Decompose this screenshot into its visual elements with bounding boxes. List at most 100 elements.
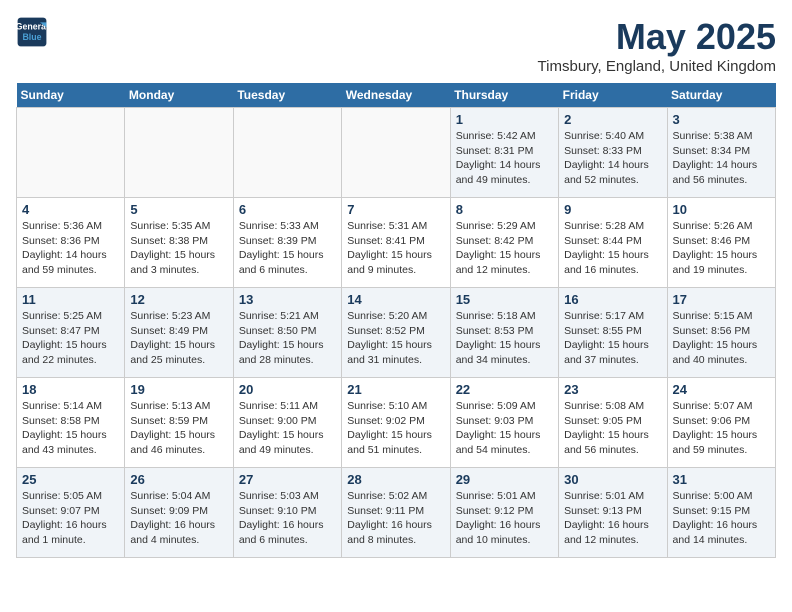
day-info: Sunrise: 5:04 AM Sunset: 9:09 PM Dayligh… [130, 489, 227, 548]
day-info: Sunrise: 5:35 AM Sunset: 8:38 PM Dayligh… [130, 219, 227, 278]
day-number: 1 [456, 112, 553, 127]
day-number: 4 [22, 202, 119, 217]
day-number: 24 [673, 382, 770, 397]
day-info: Sunrise: 5:42 AM Sunset: 8:31 PM Dayligh… [456, 129, 553, 188]
calendar-cell: 9 Sunrise: 5:28 AM Sunset: 8:44 PM Daylig… [559, 198, 667, 288]
day-number: 30 [564, 472, 661, 487]
day-info: Sunrise: 5:38 AM Sunset: 8:34 PM Dayligh… [673, 129, 770, 188]
day-info: Sunrise: 5:00 AM Sunset: 9:15 PM Dayligh… [673, 489, 770, 548]
calendar-cell: 10Sunrise: 5:26 AM Sunset: 8:46 PM Dayli… [667, 198, 775, 288]
calendar-cell: 20Sunrise: 5:11 AM Sunset: 9:00 PM Dayli… [233, 378, 341, 468]
day-number: 29 [456, 472, 553, 487]
page-header: General Blue May 2025 Timsbury, England,… [16, 16, 776, 75]
calendar-table: SundayMondayTuesdayWednesdayThursdayFrid… [16, 83, 776, 558]
calendar-cell: 6 Sunrise: 5:33 AM Sunset: 8:39 PM Daylig… [233, 198, 341, 288]
calendar-cell: 18 Sunrise: 5:14 AM Sunset: 8:58 PM Dayli… [17, 378, 125, 468]
day-number: 8 [456, 202, 553, 217]
day-info: Sunrise: 5:05 AM Sunset: 9:07 PM Dayligh… [22, 489, 119, 548]
calendar-cell: 22Sunrise: 5:09 AM Sunset: 9:03 PM Dayli… [450, 378, 558, 468]
calendar-cell: 3 Sunrise: 5:38 AM Sunset: 8:34 PM Daylig… [667, 108, 775, 198]
weekday-header-wednesday: Wednesday [342, 83, 450, 108]
day-info: Sunrise: 5:02 AM Sunset: 9:11 PM Dayligh… [347, 489, 444, 548]
calendar-cell: 16 Sunrise: 5:17 AM Sunset: 8:55 PM Dayli… [559, 288, 667, 378]
calendar-cell [342, 108, 450, 198]
day-info: Sunrise: 5:13 AM Sunset: 8:59 PM Dayligh… [130, 399, 227, 458]
calendar-cell: 2 Sunrise: 5:40 AM Sunset: 8:33 PM Daylig… [559, 108, 667, 198]
calendar-header: SundayMondayTuesdayWednesdayThursdayFrid… [17, 83, 776, 108]
location: Timsbury, England, United Kingdom [538, 58, 776, 75]
weekday-header-tuesday: Tuesday [233, 83, 341, 108]
day-number: 22 [456, 382, 553, 397]
calendar-cell: 30 Sunrise: 5:01 AM Sunset: 9:13 PM Dayli… [559, 468, 667, 558]
calendar-cell: 12 Sunrise: 5:23 AM Sunset: 8:49 PM Dayli… [125, 288, 233, 378]
day-number: 10 [673, 202, 770, 217]
day-number: 26 [130, 472, 227, 487]
day-info: Sunrise: 5:29 AM Sunset: 8:42 PM Dayligh… [456, 219, 553, 278]
day-number: 9 [564, 202, 661, 217]
weekday-header-friday: Friday [559, 83, 667, 108]
day-info: Sunrise: 5:36 AM Sunset: 8:36 PM Dayligh… [22, 219, 119, 278]
day-number: 3 [673, 112, 770, 127]
day-number: 7 [347, 202, 444, 217]
calendar-cell: 1 Sunrise: 5:42 AM Sunset: 8:31 PM Daylig… [450, 108, 558, 198]
day-number: 13 [239, 292, 336, 307]
weekday-header-thursday: Thursday [450, 83, 558, 108]
calendar-cell [233, 108, 341, 198]
day-info: Sunrise: 5:10 AM Sunset: 9:02 PM Dayligh… [347, 399, 444, 458]
day-number: 21 [347, 382, 444, 397]
calendar-cell: 19Sunrise: 5:13 AM Sunset: 8:59 PM Dayli… [125, 378, 233, 468]
day-number: 11 [22, 292, 119, 307]
calendar-cell: 5 Sunrise: 5:35 AM Sunset: 8:38 PM Daylig… [125, 198, 233, 288]
weekday-header-sunday: Sunday [17, 83, 125, 108]
day-number: 12 [130, 292, 227, 307]
day-info: Sunrise: 5:15 AM Sunset: 8:56 PM Dayligh… [673, 309, 770, 368]
day-info: Sunrise: 5:25 AM Sunset: 8:47 PM Dayligh… [22, 309, 119, 368]
day-number: 23 [564, 382, 661, 397]
title-block: May 2025 Timsbury, England, United Kingd… [538, 16, 776, 75]
day-number: 14 [347, 292, 444, 307]
day-info: Sunrise: 5:01 AM Sunset: 9:13 PM Dayligh… [564, 489, 661, 548]
weekday-header-saturday: Saturday [667, 83, 775, 108]
day-info: Sunrise: 5:17 AM Sunset: 8:55 PM Dayligh… [564, 309, 661, 368]
calendar-cell: 31Sunrise: 5:00 AM Sunset: 9:15 PM Dayli… [667, 468, 775, 558]
month-title: May 2025 [538, 16, 776, 58]
calendar-cell [17, 108, 125, 198]
calendar-cell: 4 Sunrise: 5:36 AM Sunset: 8:36 PM Daylig… [17, 198, 125, 288]
calendar-cell: 26 Sunrise: 5:04 AM Sunset: 9:09 PM Dayli… [125, 468, 233, 558]
day-number: 16 [564, 292, 661, 307]
day-info: Sunrise: 5:28 AM Sunset: 8:44 PM Dayligh… [564, 219, 661, 278]
day-number: 15 [456, 292, 553, 307]
day-info: Sunrise: 5:14 AM Sunset: 8:58 PM Dayligh… [22, 399, 119, 458]
day-info: Sunrise: 5:18 AM Sunset: 8:53 PM Dayligh… [456, 309, 553, 368]
day-number: 17 [673, 292, 770, 307]
day-info: Sunrise: 5:07 AM Sunset: 9:06 PM Dayligh… [673, 399, 770, 458]
day-info: Sunrise: 5:20 AM Sunset: 8:52 PM Dayligh… [347, 309, 444, 368]
day-number: 2 [564, 112, 661, 127]
calendar-cell: 21 Sunrise: 5:10 AM Sunset: 9:02 PM Dayli… [342, 378, 450, 468]
day-info: Sunrise: 5:31 AM Sunset: 8:41 PM Dayligh… [347, 219, 444, 278]
calendar-cell: 8 Sunrise: 5:29 AM Sunset: 8:42 PM Daylig… [450, 198, 558, 288]
weekday-header-monday: Monday [125, 83, 233, 108]
calendar-cell: 23Sunrise: 5:08 AM Sunset: 9:05 PM Dayli… [559, 378, 667, 468]
calendar-cell: 27 Sunrise: 5:03 AM Sunset: 9:10 PM Dayli… [233, 468, 341, 558]
day-number: 6 [239, 202, 336, 217]
calendar-week-4: 18 Sunrise: 5:14 AM Sunset: 8:58 PM Dayli… [17, 378, 776, 468]
day-number: 5 [130, 202, 227, 217]
day-number: 18 [22, 382, 119, 397]
calendar-cell: 25 Sunrise: 5:05 AM Sunset: 9:07 PM Dayli… [17, 468, 125, 558]
calendar-week-3: 11 Sunrise: 5:25 AM Sunset: 8:47 PM Dayli… [17, 288, 776, 378]
day-info: Sunrise: 5:01 AM Sunset: 9:12 PM Dayligh… [456, 489, 553, 548]
day-number: 25 [22, 472, 119, 487]
calendar-week-5: 25 Sunrise: 5:05 AM Sunset: 9:07 PM Dayli… [17, 468, 776, 558]
day-number: 27 [239, 472, 336, 487]
svg-text:Blue: Blue [22, 32, 41, 42]
calendar-cell: 11 Sunrise: 5:25 AM Sunset: 8:47 PM Dayli… [17, 288, 125, 378]
day-info: Sunrise: 5:23 AM Sunset: 8:49 PM Dayligh… [130, 309, 227, 368]
calendar-cell: 13Sunrise: 5:21 AM Sunset: 8:50 PM Dayli… [233, 288, 341, 378]
day-info: Sunrise: 5:40 AM Sunset: 8:33 PM Dayligh… [564, 129, 661, 188]
day-info: Sunrise: 5:03 AM Sunset: 9:10 PM Dayligh… [239, 489, 336, 548]
day-info: Sunrise: 5:33 AM Sunset: 8:39 PM Dayligh… [239, 219, 336, 278]
calendar-cell: 7 Sunrise: 5:31 AM Sunset: 8:41 PM Daylig… [342, 198, 450, 288]
calendar-week-1: 1 Sunrise: 5:42 AM Sunset: 8:31 PM Daylig… [17, 108, 776, 198]
calendar-cell: 28Sunrise: 5:02 AM Sunset: 9:11 PM Dayli… [342, 468, 450, 558]
